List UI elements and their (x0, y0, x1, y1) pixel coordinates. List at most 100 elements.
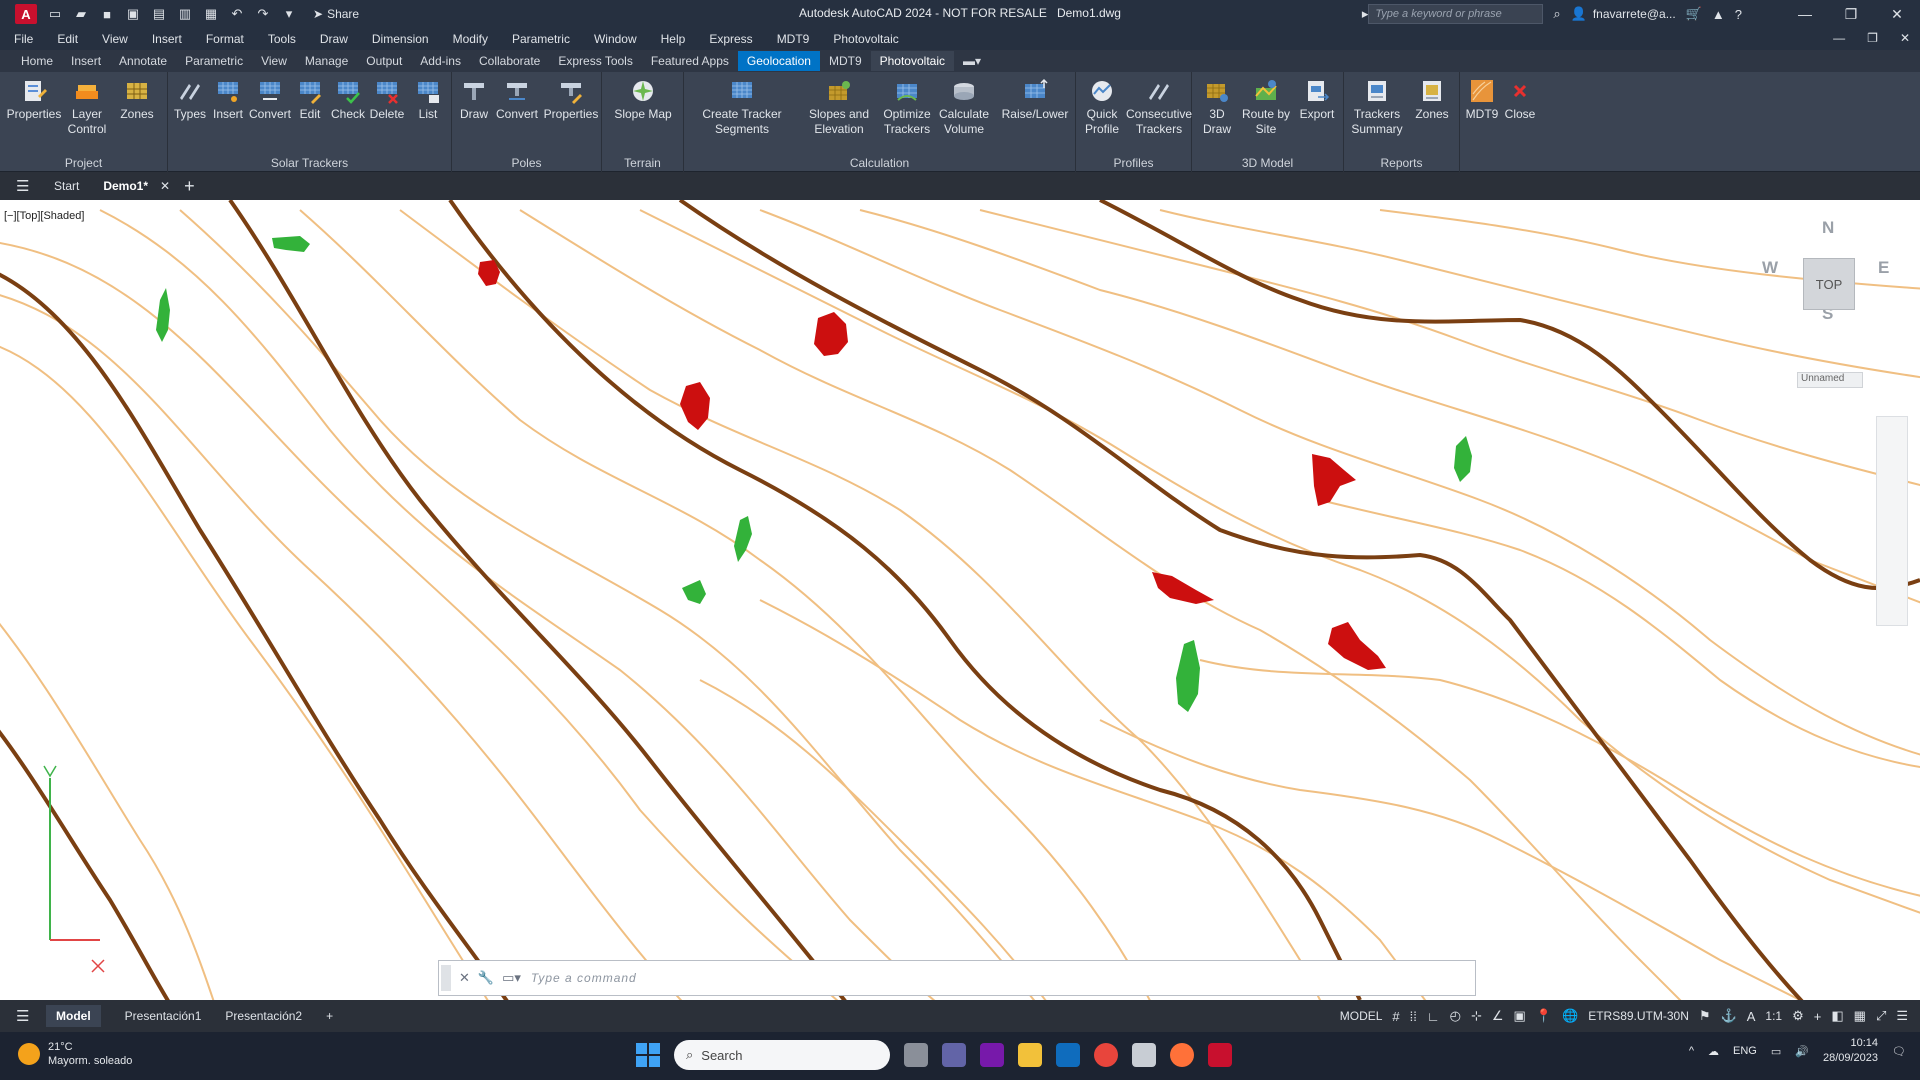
tab-mdt9[interactable]: MDT9 (820, 51, 871, 71)
tab-presentacion2[interactable]: Presentación2 (225, 1009, 302, 1023)
ribbon-toggle-icon[interactable]: ▬▾ (954, 51, 990, 71)
onenote-icon[interactable] (980, 1043, 1004, 1067)
menu-draw[interactable]: Draw (320, 32, 348, 46)
autocad-taskbar-icon[interactable] (1208, 1043, 1232, 1067)
menu-modify[interactable]: Modify (453, 32, 488, 46)
close-icon[interactable]: ✕ (459, 970, 470, 986)
close-photovoltaic-button[interactable]: Close (1502, 78, 1538, 122)
tab-featured-apps[interactable]: Featured Apps (642, 51, 738, 71)
save-icon[interactable]: ■ (99, 6, 115, 22)
menu-format[interactable]: Format (206, 32, 244, 46)
open-icon[interactable]: ▰ (73, 6, 89, 22)
globe-icon[interactable]: 🌐 (1562, 1008, 1578, 1024)
list-tracker-button[interactable]: List (408, 78, 448, 122)
tab-output[interactable]: Output (357, 51, 411, 71)
poles-draw-button[interactable]: Draw (456, 78, 492, 122)
layout-menu-icon[interactable]: ☰ (16, 1007, 30, 1025)
menu-parametric[interactable]: Parametric (512, 32, 570, 46)
search-icon[interactable]: ⌕ (1553, 6, 1560, 22)
mdt9-button[interactable]: MDT9 (1462, 78, 1502, 122)
monitor-icon[interactable]: ▭ (1771, 1045, 1781, 1058)
share-button[interactable]: ➤ Share (313, 7, 359, 21)
edit-tracker-button[interactable]: Edit (292, 78, 328, 122)
volume-icon[interactable]: 🔊 (1795, 1045, 1809, 1058)
tab-demo1[interactable]: Demo1* (103, 179, 148, 193)
menu-window[interactable]: Window (594, 32, 637, 46)
route-by-site-button[interactable]: Route by Site (1240, 78, 1292, 137)
command-history-icon[interactable]: ▭▾ (502, 970, 521, 986)
zones-button[interactable]: Zones (114, 78, 160, 122)
tab-geolocation[interactable]: Geolocation (737, 51, 820, 71)
export-button[interactable]: Export (1294, 78, 1340, 122)
doc-minimize-icon[interactable]: — (1833, 31, 1845, 45)
doc-restore-icon[interactable]: ❐ (1867, 31, 1878, 45)
ucs-menu[interactable]: Unnamed (1797, 372, 1863, 388)
new-tab-icon[interactable]: + (184, 176, 195, 197)
quick-profile-button[interactable]: Quick Profile (1078, 78, 1126, 137)
settings-gear-icon[interactable]: ⚙ (1792, 1008, 1804, 1024)
poles-properties-button[interactable]: Properties (542, 78, 600, 122)
viewcube-top-face[interactable]: TOP (1803, 258, 1855, 310)
osnap-icon[interactable]: ⊹ (1471, 1008, 1482, 1024)
menu-view[interactable]: View (102, 32, 128, 46)
tab-start[interactable]: Start (54, 179, 79, 193)
maximize-icon[interactable]: ❐ (1828, 6, 1874, 23)
geolocation-icon[interactable]: 📍 (1536, 1008, 1552, 1024)
menu-file[interactable]: File (14, 32, 33, 46)
check-tracker-button[interactable]: Check (328, 78, 368, 122)
close-icon[interactable]: ✕ (1874, 6, 1920, 23)
command-line-grip[interactable] (441, 965, 451, 991)
autocad-logo[interactable]: A (15, 4, 37, 24)
plus-icon[interactable]: + (1814, 1009, 1822, 1024)
tab-express-tools[interactable]: Express Tools (549, 51, 641, 71)
tab-add-ins[interactable]: Add-ins (411, 51, 470, 71)
ortho-icon[interactable]: ∟ (1427, 1009, 1440, 1024)
tab-model[interactable]: Model (46, 1005, 101, 1027)
raise-lower-button[interactable]: Raise/Lower (996, 78, 1074, 122)
menu-photovoltaic[interactable]: Photovoltaic (833, 32, 898, 46)
selection-cycle-icon[interactable]: ▣ (1514, 1008, 1526, 1024)
menu-tools[interactable]: Tools (268, 32, 296, 46)
snipping-tool-icon[interactable] (1132, 1043, 1156, 1067)
annotation-icon[interactable]: A (1747, 1009, 1756, 1024)
onedrive-icon[interactable]: ☁ (1708, 1045, 1719, 1058)
tab-close-icon[interactable]: ✕ (160, 179, 170, 193)
tab-presentacion1[interactable]: Presentación1 (125, 1009, 202, 1023)
minimize-icon[interactable]: — (1782, 6, 1828, 22)
types-button[interactable]: Types (170, 78, 210, 122)
customize-dropdown-icon[interactable]: ▾ (281, 6, 297, 22)
create-tracker-segments-button[interactable]: Create Tracker Segments (696, 78, 788, 137)
grid-icon[interactable]: # (1392, 1009, 1399, 1024)
outlook-icon[interactable] (1056, 1043, 1080, 1067)
tab-view[interactable]: View (252, 51, 296, 71)
calculate-volume-button[interactable]: Calculate Volume (934, 78, 994, 137)
command-line[interactable]: ✕ 🔧 ▭▾ Type a command (438, 960, 1476, 996)
chrome-icon[interactable] (1094, 1043, 1118, 1067)
menu-express[interactable]: Express (709, 32, 752, 46)
consecutive-trackers-button[interactable]: Consecutive Trackers (1126, 78, 1192, 137)
language[interactable]: ENG (1733, 1045, 1757, 1057)
navigation-bar[interactable] (1876, 416, 1908, 626)
tab-photovoltaic[interactable]: Photovoltaic (870, 51, 954, 71)
trackers-summary-button[interactable]: Trackers Summary (1348, 78, 1406, 137)
convert-tracker-button[interactable]: Convert (248, 78, 292, 122)
coordinate-system[interactable]: ETRS89.UTM-30N (1588, 1009, 1689, 1023)
save-as-icon[interactable]: ▣ (125, 6, 141, 22)
insert-tracker-button[interactable]: Insert (208, 78, 248, 122)
menu-edit[interactable]: Edit (57, 32, 78, 46)
drawing-viewport[interactable]: [−][Top][Shaded] N S W E TOP Unnamed ✕ 🔧… (0, 200, 1920, 1000)
viewcube-west[interactable]: W (1762, 258, 1778, 278)
isolate-icon[interactable]: ◧ (1831, 1008, 1843, 1024)
file-explorer-icon[interactable] (1018, 1043, 1042, 1067)
help-icon[interactable]: ? (1735, 7, 1742, 22)
annotation-visibility-icon[interactable]: ⚑ (1699, 1008, 1711, 1024)
task-view-icon[interactable] (904, 1043, 928, 1067)
notifications-icon[interactable]: 🗨 (1892, 1045, 1906, 1058)
snap-icon[interactable]: ⁞⁞ (1410, 1009, 1417, 1024)
tab-annotate[interactable]: Annotate (110, 51, 176, 71)
new-icon[interactable]: ▭ (47, 6, 63, 22)
chevron-up-icon[interactable]: ^ (1689, 1045, 1694, 1057)
cart-icon[interactable]: 🛒 (1686, 6, 1702, 22)
tab-collaborate[interactable]: Collaborate (470, 51, 549, 71)
autodesk-account-icon[interactable]: ▲ (1712, 7, 1725, 22)
